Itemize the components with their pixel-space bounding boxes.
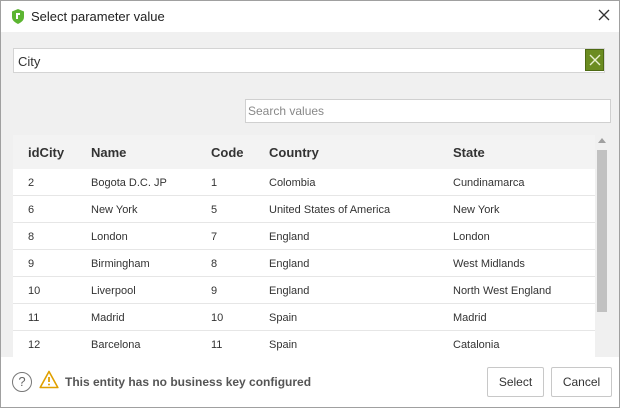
search-input[interactable] [248,102,606,120]
column-header-name[interactable]: Name [91,145,126,160]
cell-country: England [269,231,310,243]
cell-code: 8 [211,258,218,270]
cell-code: 11 [211,339,223,351]
warning-triangle-icon [39,370,59,392]
close-icon[interactable] [596,7,612,23]
table-row[interactable]: 10 Liverpool 9 England North West Englan… [13,277,595,304]
values-table: idCity Name Code Country State 2 Bogota … [13,135,609,357]
cell-idcity: 10 [28,285,41,297]
cell-country: United States of America [269,204,391,216]
table-row[interactable]: 12 Barcelona 11 Spain Catalonia [13,331,595,357]
column-header-state[interactable]: State [453,145,485,160]
search-box [245,99,611,123]
cell-country: England [269,258,310,270]
select-parameter-dialog: Select parameter value City idCity Name … [0,0,620,408]
column-header-country[interactable]: Country [269,145,319,160]
cell-idcity: 12 [28,339,41,351]
dialog-content: City idCity Name Code Country State 2 Bo… [1,32,619,357]
clear-parameter-button[interactable] [585,49,604,71]
cell-country: Spain [269,312,298,324]
cell-idcity: 9 [28,258,35,270]
table-row[interactable]: 6 New York 5 United States of America Ne… [13,196,595,223]
cell-idcity: 11 [28,312,40,324]
cell-country: Colombia [269,177,316,189]
cell-idcity: 2 [28,177,35,189]
column-header-code[interactable]: Code [211,145,244,160]
cell-idcity: 6 [28,204,35,216]
cell-code: 10 [211,312,224,324]
select-button[interactable]: Select [487,367,544,397]
parameter-field[interactable]: City [13,48,605,73]
cell-code: 5 [211,204,218,216]
table-row[interactable]: 9 Birmingham 8 England West Midlands [13,250,595,277]
cancel-button[interactable]: Cancel [551,367,612,397]
cell-country: England [269,285,310,297]
dialog-footer: ? This entity has no business key config… [1,357,619,407]
cell-name: New York [91,204,138,216]
cell-state: North West England [453,285,552,297]
cell-state: Madrid [453,312,487,324]
cell-name: Birmingham [91,258,150,270]
app-shield-icon [11,9,25,24]
window-title: Select parameter value [31,9,165,24]
clear-x-icon [589,54,601,66]
warning-message: This entity has no business key configur… [65,375,312,389]
table-row[interactable]: 2 Bogota D.C. JP 1 Colombia Cundinamarca [13,169,595,196]
cell-country: Spain [269,339,298,351]
cell-code: 7 [211,231,218,243]
cell-state: West Midlands [453,258,525,270]
cell-idcity: 8 [28,231,35,243]
cell-state: London [453,231,490,243]
cell-name: Madrid [91,312,125,324]
cell-name: Bogota D.C. JP [91,177,167,189]
cell-code: 9 [211,285,218,297]
scroll-up-arrow-icon[interactable] [598,138,606,143]
parameter-value: City [18,54,41,69]
scroll-thumb[interactable] [597,150,607,312]
cell-state: Catalonia [453,339,500,351]
table-scrollbar[interactable] [595,135,609,357]
table-header: idCity Name Code Country State [13,135,595,169]
column-header-idcity[interactable]: idCity [28,145,64,160]
cell-name: Liverpool [91,285,136,297]
table-row[interactable]: 11 Madrid 10 Spain Madrid [13,304,595,331]
help-question-icon[interactable]: ? [12,372,32,392]
cell-state: Cundinamarca [453,177,525,189]
cell-state: New York [453,204,500,216]
cell-name: Barcelona [91,339,141,351]
cell-code: 1 [211,177,218,189]
cell-name: London [91,231,128,243]
title-bar: Select parameter value [1,1,619,32]
table-row[interactable]: 8 London 7 England London [13,223,595,250]
